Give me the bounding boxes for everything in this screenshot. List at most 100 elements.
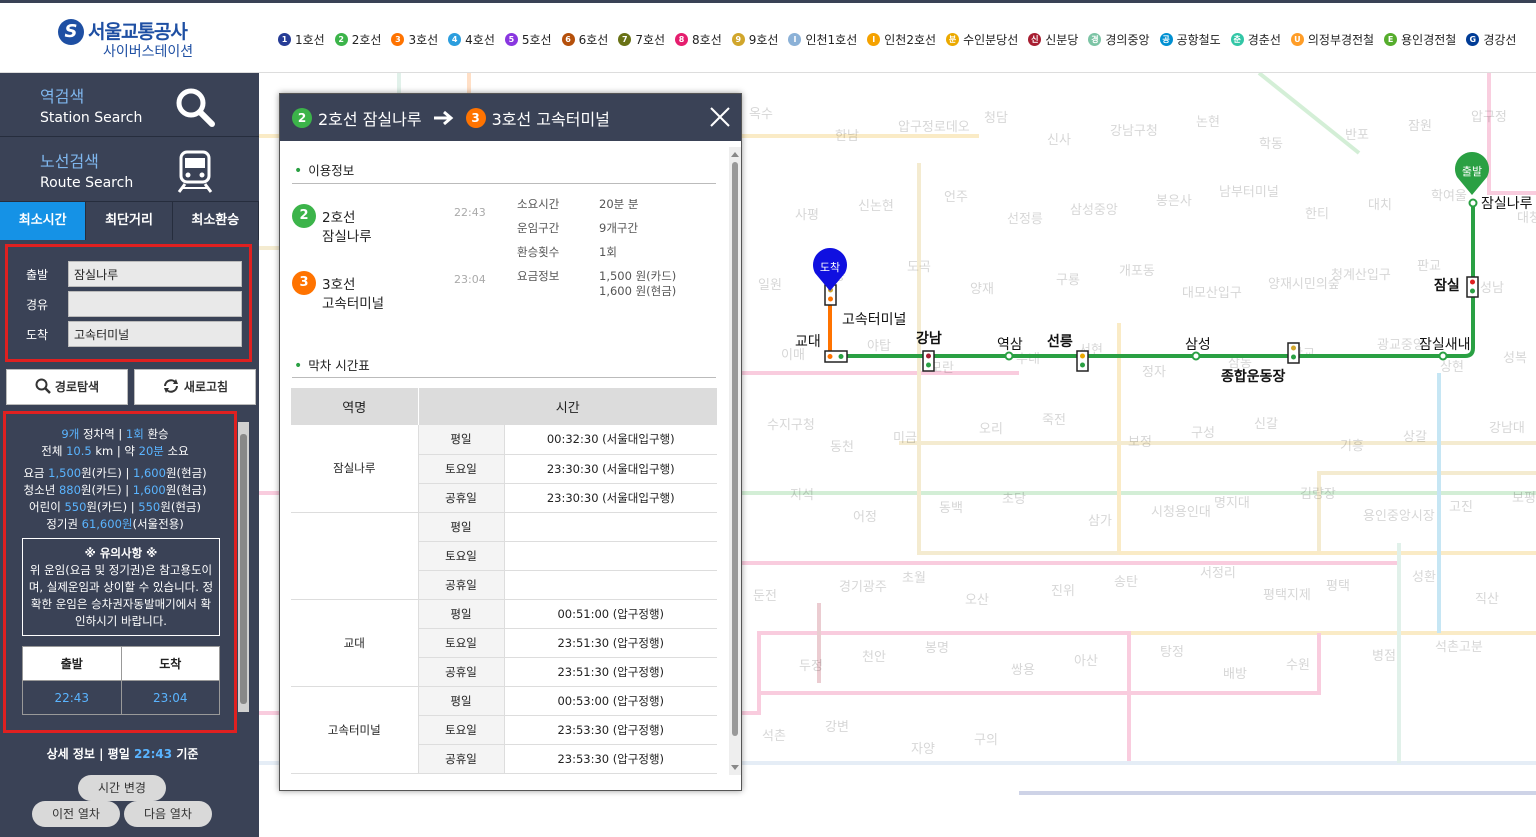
timetable-time: 23:53:30 (압구정행) — [504, 744, 717, 774]
line-filter-item[interactable]: 8 8호선 — [675, 31, 722, 48]
line-filter-item[interactable]: I 인천2호선 — [867, 31, 936, 48]
timetable-time: 23:53:30 (압구정행) — [504, 715, 717, 745]
line-badge-icon: 7 — [618, 33, 632, 46]
map-bg-station-label: 시청용인대 — [1151, 505, 1211, 520]
map-bg-station-label: 봉은사 — [1156, 194, 1192, 209]
map-bg-station-label: 압구정로데오 — [898, 120, 970, 135]
line-filter-label: 공항철도 — [1176, 33, 1221, 47]
line-filter-item[interactable]: 6 6호선 — [561, 31, 608, 48]
timetable-day: 평일 — [418, 512, 505, 542]
from-input[interactable] — [68, 261, 242, 287]
map-bg-station-label: 미금 — [893, 431, 917, 446]
line-badge-icon: 5 — [504, 33, 518, 46]
tab-min-transfer[interactable]: 최소환승 — [173, 202, 259, 240]
refresh-button[interactable]: 새로고침 — [134, 369, 256, 405]
scroll-down-icon[interactable] — [729, 763, 741, 773]
line-filter-item[interactable]: 경 경의중앙 — [1088, 31, 1150, 48]
line-filter-label: 신분당 — [1045, 33, 1079, 47]
info-duration-label: 소요시간 — [517, 197, 560, 211]
popup-scroll-thumb[interactable] — [732, 162, 738, 736]
info-transfers-label: 환승횟수 — [517, 245, 560, 259]
line-badge-icon: I — [788, 33, 802, 46]
popup-from: 2호선 잠실나루 — [318, 110, 422, 129]
via-input[interactable] — [68, 291, 242, 317]
line-filter-item[interactable]: E 용인경전철 — [1384, 31, 1456, 48]
line-filter-label: 8호선 — [692, 33, 722, 47]
timetable-time: 23:51:30 (압구정행) — [504, 628, 717, 658]
map-bg-station-label: 언주 — [944, 190, 968, 205]
map-bg-station-label: 동천 — [830, 440, 854, 455]
divider — [292, 183, 716, 184]
map-label-jamsilsaenae: 잠실새내 — [1419, 337, 1471, 353]
logo-mark-icon: S — [58, 19, 84, 45]
from-label: 출발 — [26, 268, 49, 282]
scroll-up-icon[interactable] — [729, 149, 741, 159]
line-filter-item[interactable]: G 경강선 — [1466, 31, 1516, 48]
timetable-station: 고속터미널 — [291, 686, 419, 774]
line-filter-label: 용인경전철 — [1401, 33, 1457, 47]
last-train-title: 막차 시간표 — [294, 355, 369, 374]
to-input[interactable] — [68, 321, 242, 347]
tab-shortest-distance[interactable]: 최단거리 — [86, 202, 173, 240]
brand-subtitle: 사이버스테이션 — [103, 44, 194, 60]
line-badge-icon: 9 — [731, 33, 745, 46]
timetable-time: 00:53:00 (압구정행) — [504, 686, 717, 716]
line-filter-label: 경춘선 — [1247, 33, 1281, 47]
line-filter-item[interactable]: 5 5호선 — [504, 31, 552, 48]
fare-adult-line: 요금 1,500원(카드) | 1,600원(현금) — [6, 465, 224, 481]
detail-time: 22:43 — [133, 747, 173, 761]
line-selector: 1 1호선 2 2호선 3 3호선 4 4호선 5 5호선 6 6호선 7 7호선 8 8호선 9 9호선 I 인천1… — [278, 31, 1526, 48]
brand-logo[interactable]: S 서울교통공사 사이버스테이션 — [58, 17, 218, 61]
info-fare-card: 1,500 원(카드) — [599, 269, 677, 283]
map-bg-station-label: 봉명 — [925, 641, 949, 656]
next-train-button[interactable]: 다음 열차 — [124, 801, 212, 827]
prev-train-button[interactable]: 이전 열차 — [32, 801, 120, 827]
map-bg-station-label: 신논현 — [858, 199, 894, 214]
arrive-marker[interactable]: 도착 — [813, 247, 847, 291]
fare-youth-label: 청소년 — [23, 483, 56, 497]
timetable-time: 23:51:30 (압구정행) — [504, 657, 717, 687]
line-filter-item[interactable]: 2 2호선 — [334, 31, 381, 48]
line-filter-item[interactable]: 춘 경춘선 — [1230, 31, 1281, 48]
line-filter-item[interactable]: 7 7호선 — [618, 31, 665, 48]
line-filter-item[interactable]: 1 1호선 — [278, 31, 325, 48]
line-filter-label: 1호선 — [295, 33, 325, 47]
to-row: 도착 — [26, 321, 246, 347]
card-unit: 원(카드) | — [80, 483, 130, 497]
map-bg-station-label: 판교 — [1417, 259, 1441, 274]
line-filter-item[interactable]: 3 3호선 — [391, 31, 438, 48]
card-unit: 원(카드) | — [81, 466, 130, 480]
route-search-label-ko: 노선검색 — [40, 152, 99, 171]
fare-child-card: 550 — [64, 500, 87, 514]
timetable-station: 교대 — [291, 599, 419, 687]
map-bg-station-label: 천안 — [862, 650, 886, 665]
line-badge-icon: 경 — [1088, 33, 1102, 46]
tab-min-time[interactable]: 최소시간 — [0, 202, 87, 240]
line-filter-item[interactable]: 신 신분당 — [1028, 31, 1078, 48]
route-search-button[interactable]: 노선검색 Route Search — [0, 138, 259, 202]
line-filter-item[interactable]: 9 9호선 — [731, 31, 778, 48]
station-search-button[interactable]: 역검색 Station Search — [0, 73, 259, 137]
table-row: 평일 — [291, 512, 717, 600]
map-bg-station-label: 둔전 — [753, 589, 777, 604]
sidebar-scroll-thumb[interactable] — [240, 434, 247, 704]
total-text: 전체 — [41, 444, 63, 458]
line-filter-item[interactable]: I 인천1호선 — [788, 31, 857, 48]
close-icon[interactable] — [707, 104, 733, 130]
line-filter-item[interactable]: U 의정부경전철 — [1290, 31, 1374, 48]
line-filter-item[interactable]: 4 4호선 — [448, 31, 495, 48]
route-search-submit-button[interactable]: 경로탐색 — [6, 369, 128, 405]
timetable-time — [504, 512, 717, 542]
timetable-time: 00:51:00 (압구정행) — [504, 599, 717, 629]
station-search-label-en: Station Search — [40, 110, 143, 126]
popup-scrollbar[interactable] — [729, 147, 741, 775]
change-time-button[interactable]: 시간 변경 — [78, 775, 166, 801]
duration-value: 20분 — [138, 444, 164, 458]
line-filter-item[interactable]: 분 수인분당선 — [946, 31, 1018, 48]
pass-note: (서울전용) — [132, 517, 184, 531]
pass-line: 정기권 61,600원(서울전용) — [6, 516, 224, 532]
sidebar-scrollbar[interactable] — [238, 422, 249, 712]
line-filter-item[interactable]: 공 공항철도 — [1159, 31, 1221, 48]
map-bg-station-label: 이매 — [781, 348, 805, 363]
map-bg-station-label: 압구정 — [1471, 110, 1507, 125]
